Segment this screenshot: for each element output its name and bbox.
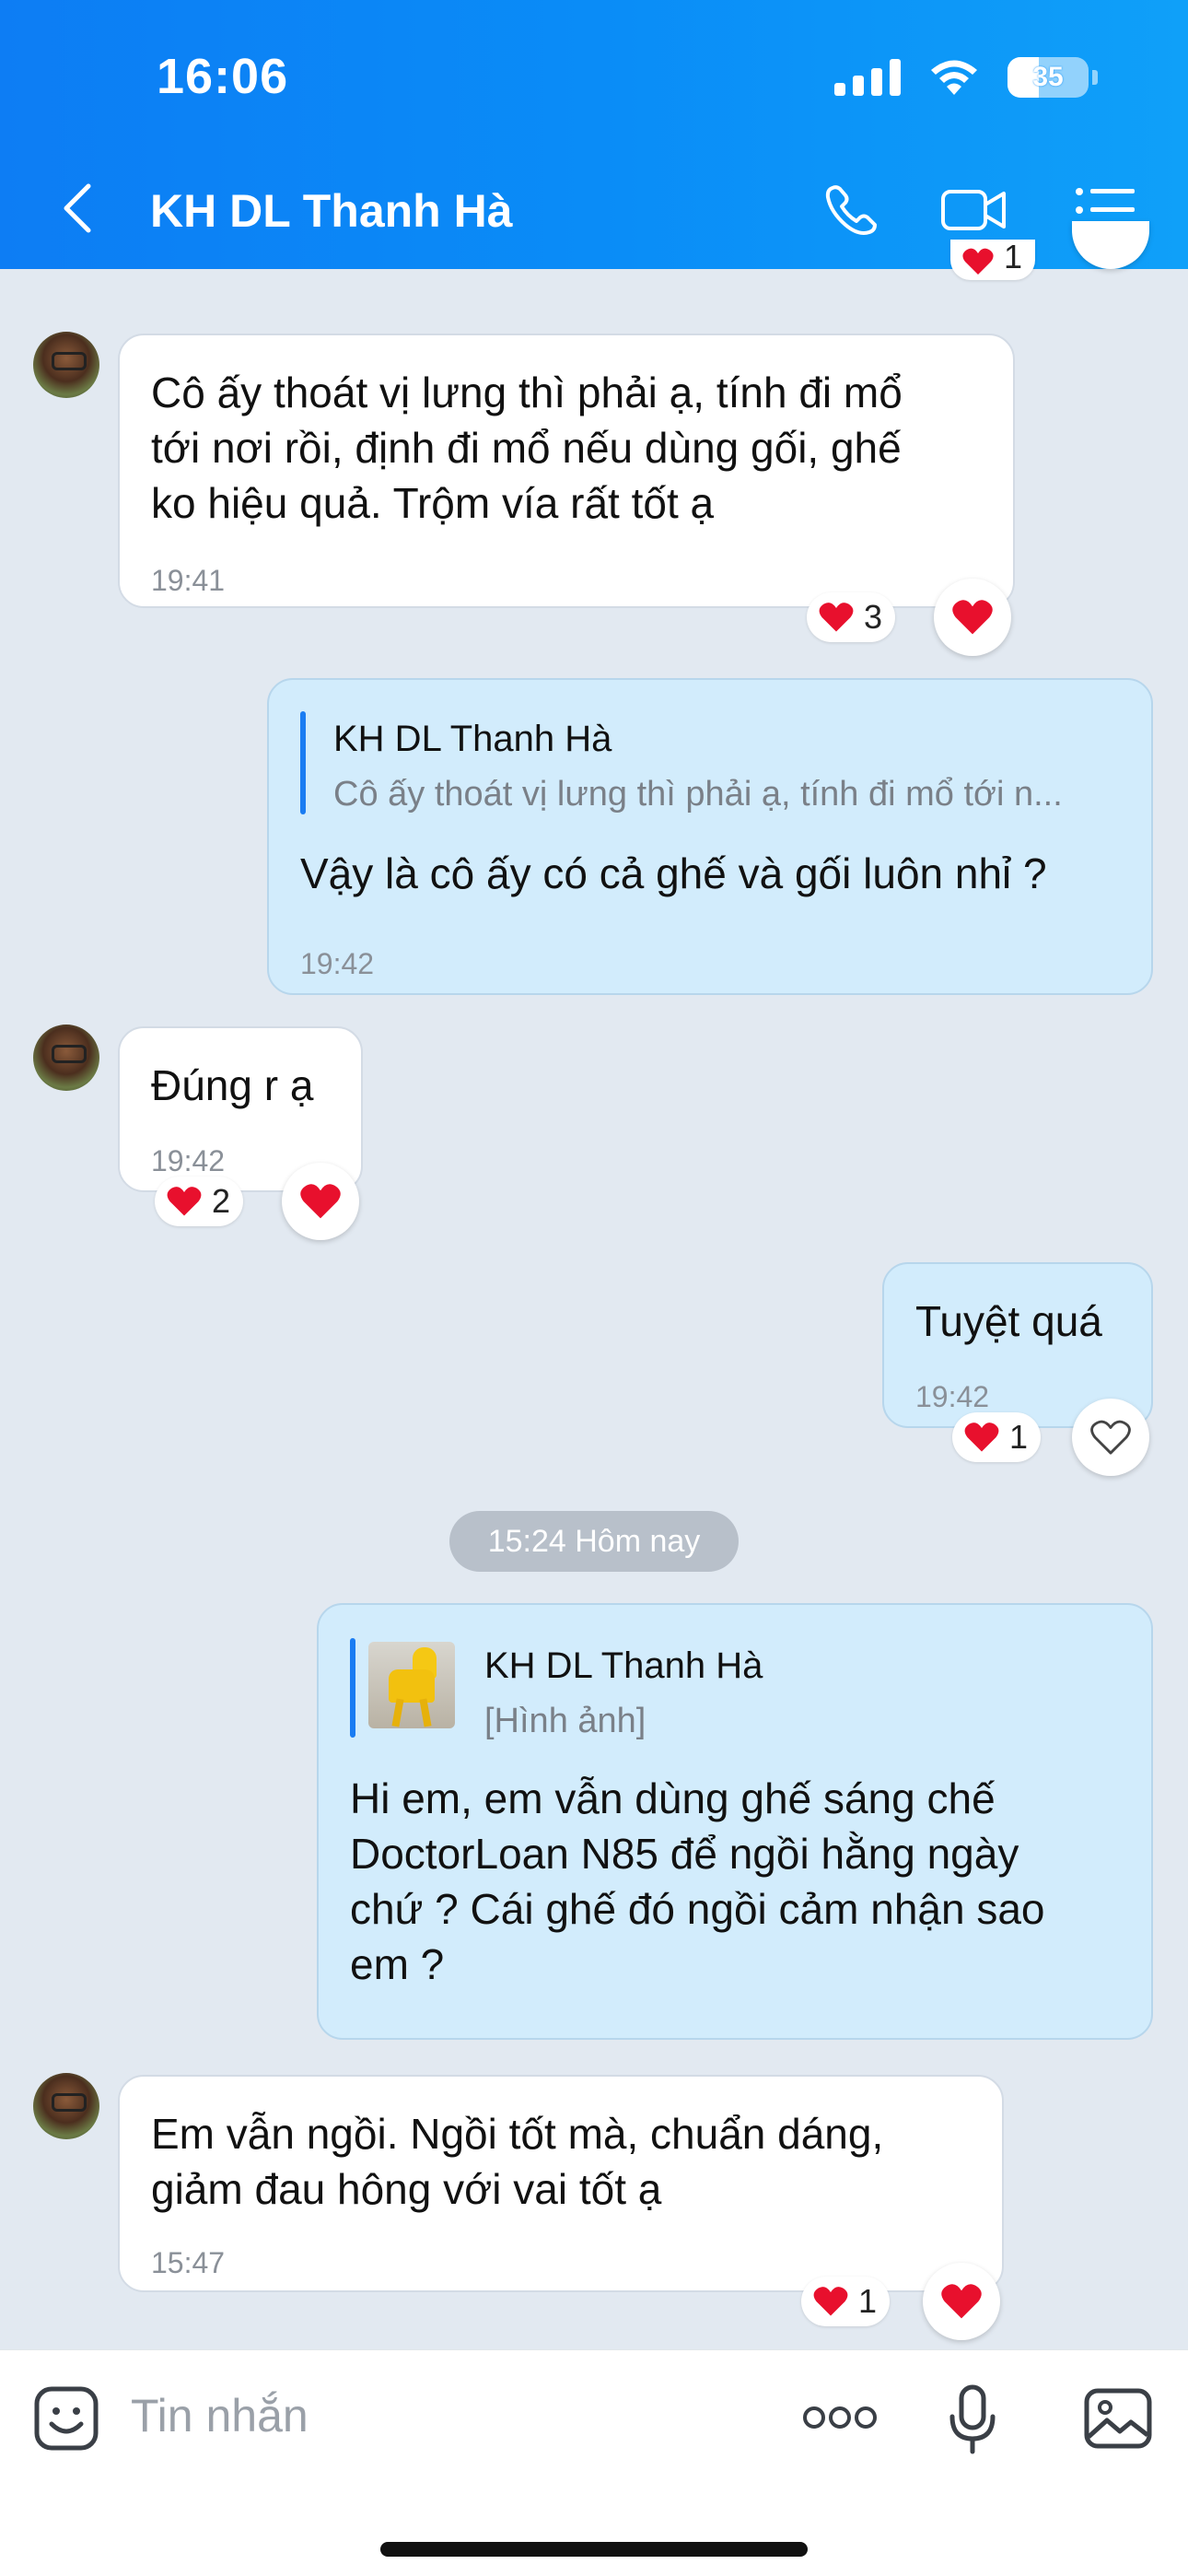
reply-sender: KH DL Thanh Hà — [484, 1645, 763, 1686]
reply-text: [Hình ảnh] — [484, 1702, 646, 1740]
heart-icon — [819, 603, 854, 632]
avatar[interactable] — [33, 332, 99, 398]
message-text: Đúng r ạ — [151, 1061, 314, 1109]
more-dots-icon[interactable] — [801, 2404, 879, 2431]
message-time: 15:47 — [151, 2246, 226, 2279]
message-text: Tuyệt quá — [915, 1297, 1102, 1345]
message-text: Cô ấy thoát vị lưng thì phải ạ, tính đi … — [151, 369, 903, 527]
message-text: Vậy là cô ấy có cả ghế và gối luôn nhỉ ? — [300, 849, 1047, 897]
home-indicator[interactable] — [380, 2542, 808, 2557]
message-bubble[interactable]: KH DL Thanh Hà [Hình ảnh] Hi em, em vẫn … — [317, 1603, 1153, 2040]
date-divider: 15:24 Hôm nay — [449, 1511, 739, 1572]
reaction-count[interactable]: 1 — [801, 2277, 891, 2326]
react-button[interactable] — [1072, 1399, 1149, 1476]
reply-bar — [300, 711, 306, 814]
battery-level: 35 — [1032, 62, 1064, 92]
react-button[interactable] — [923, 2263, 1000, 2340]
cellular-signal-icon — [834, 59, 901, 96]
reply-bar — [350, 1638, 355, 1738]
message-input[interactable]: Tin nhắn — [131, 2389, 309, 2442]
heart-icon — [964, 1423, 999, 1452]
wifi-icon — [931, 60, 977, 95]
sticker-icon[interactable] — [33, 2385, 99, 2452]
image-icon[interactable] — [1083, 2387, 1153, 2450]
message-bubble[interactable]: KH DL Thanh Hà Cô ấy thoát vị lưng thì p… — [267, 678, 1153, 995]
status-time: 16:06 — [157, 49, 289, 104]
back-button[interactable] — [55, 181, 101, 236]
reaction-count-value: 2 — [212, 1182, 231, 1220]
heart-icon — [941, 2284, 982, 2319]
reply-text: Cô ấy thoát vị lưng thì phải ạ, tính đi … — [333, 775, 1063, 814]
reaction-count[interactable]: 1 — [950, 238, 1036, 280]
battery-icon: 35 — [1007, 57, 1098, 98]
heart-icon — [952, 600, 993, 635]
status-icons: 35 — [834, 57, 1098, 98]
react-button[interactable] — [282, 1163, 359, 1240]
chat-header: 16:06 35 KH DL Thanh Hà — [0, 0, 1188, 269]
reply-sender: KH DL Thanh Hà — [333, 719, 612, 759]
heart-icon — [813, 2287, 848, 2316]
reaction-count-value: 1 — [1009, 1418, 1029, 1456]
reaction-count-value: 1 — [1004, 238, 1023, 275]
react-button[interactable] — [934, 579, 1011, 656]
message-input-bar: Tin nhắn — [0, 2349, 1188, 2576]
heart-icon — [300, 1184, 341, 1219]
message-time: 19:41 — [151, 564, 226, 597]
reaction-count[interactable]: 3 — [807, 592, 896, 642]
heart-icon — [167, 1187, 202, 1216]
message-text: Hi em, em vẫn dùng ghế sáng chế DoctorLo… — [350, 1774, 1045, 1988]
message-bubble[interactable]: Em vẫn ngồi. Ngồi tốt mà, chuẩn dáng, gi… — [118, 2075, 1004, 2292]
microphone-icon[interactable] — [949, 2383, 996, 2457]
reaction-count[interactable]: 1 — [952, 1412, 1042, 1462]
chat-title[interactable]: KH DL Thanh Hà — [150, 184, 513, 238]
reaction-count[interactable]: 2 — [155, 1177, 244, 1226]
message-bubble[interactable]: Cô ấy thoát vị lưng thì phải ạ, tính đi … — [118, 334, 1015, 608]
message-time: 19:42 — [300, 947, 375, 980]
reaction-count-value: 1 — [858, 2282, 878, 2320]
reply-image-thumbnail[interactable] — [368, 1642, 455, 1728]
heart-outline-icon — [1090, 1420, 1131, 1455]
heart-icon — [962, 248, 994, 275]
avatar[interactable] — [33, 2073, 99, 2139]
message-text: Em vẫn ngồi. Ngồi tốt mà, chuẩn dáng, gi… — [151, 2110, 884, 2213]
avatar[interactable] — [33, 1025, 99, 1091]
phone-icon[interactable] — [818, 181, 888, 240]
reaction-count-value: 3 — [864, 598, 883, 636]
video-camera-icon[interactable] — [939, 181, 1009, 240]
